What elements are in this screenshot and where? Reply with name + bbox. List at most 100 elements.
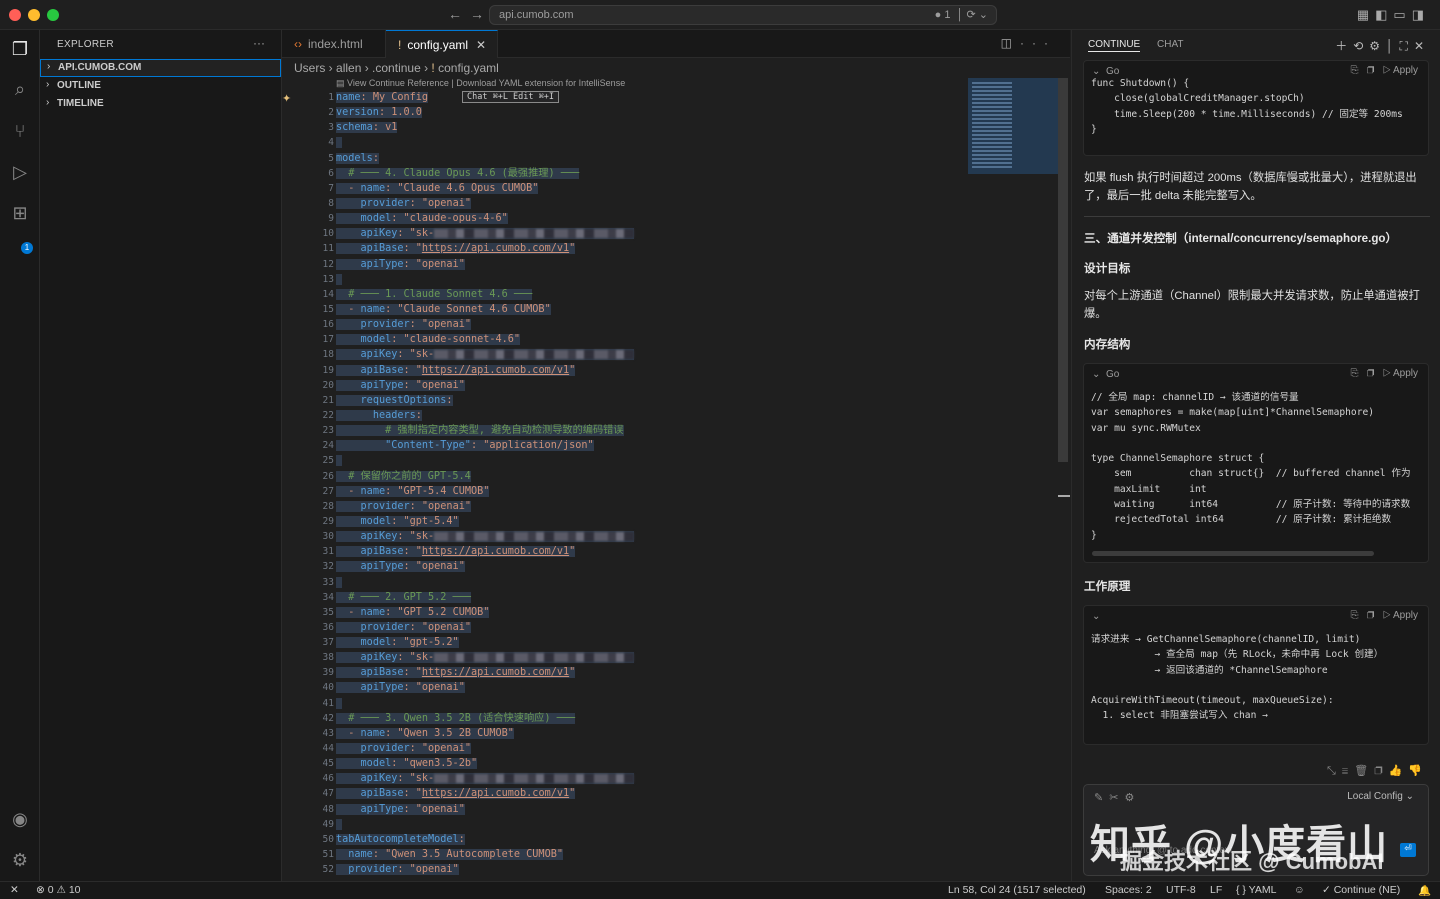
language-mode[interactable]: { } YAML <box>1236 884 1277 896</box>
breadcrumb[interactable]: Users › allen › .continue › ! config.yam… <box>294 61 499 75</box>
code-line[interactable]: model: "claude-sonnet-4.6" <box>336 332 956 347</box>
back-arrow-icon[interactable]: ← <box>448 6 462 22</box>
code-line[interactable]: schema: v1 <box>336 120 956 135</box>
code-line[interactable]: provider: "openai" <box>336 317 956 332</box>
apply-button[interactable]: ▷ Apply <box>1383 368 1418 379</box>
panel-actions[interactable]: ＋⟲⚙│⛶✕ <box>1335 37 1430 54</box>
code-line[interactable]: apiBase: "https://api.cumob.com/v1" <box>336 544 956 559</box>
indentation[interactable]: Spaces: 2 <box>1105 884 1152 896</box>
config-select[interactable]: Local Config ⌄ <box>1347 791 1414 802</box>
code-line[interactable]: # ─── 1. Claude Sonnet 4.6 ─── <box>336 287 956 302</box>
code-line[interactable]: apiKey: "sk- <box>336 771 956 786</box>
code-line[interactable]: apiType: "openai" <box>336 378 956 393</box>
code-line[interactable]: provider: "openai" <box>336 741 956 756</box>
code-line[interactable]: provider: "openai" <box>336 196 956 211</box>
continue-status[interactable]: ✓ Continue (NE) <box>1322 884 1400 896</box>
command-center-search[interactable]: api.cumob.com ● 1 │ ⟳ ⌄ <box>489 5 997 25</box>
code-line[interactable]: model: "gpt-5.4" <box>336 514 956 529</box>
copy-icon[interactable]: ❐ <box>1367 610 1375 621</box>
code-line[interactable]: name: "Qwen 3.5 Autocomplete CUMOB" <box>336 847 956 862</box>
line-ending[interactable]: LF <box>1210 884 1222 896</box>
code-line[interactable]: # ─── 2. GPT 5.2 ─── <box>336 590 956 605</box>
problems-indicator[interactable]: ⊗ 0 ⚠ 10 <box>36 884 81 896</box>
apply-button[interactable]: ▷ Apply <box>1383 65 1418 76</box>
code-line[interactable]: models: <box>336 151 956 166</box>
code-line[interactable]: apiBase: "https://api.cumob.com/v1" <box>336 665 956 680</box>
insert-icon[interactable]: ⎘ <box>1350 65 1358 76</box>
code-line[interactable]: apiKey: "sk- <box>336 650 956 665</box>
code-line[interactable]: model: "qwen3.5-2b" <box>336 756 956 771</box>
codelens-hint[interactable]: ▤ View Continue Reference | Download YAM… <box>336 78 625 89</box>
code-line[interactable]: apiKey: "sk- <box>336 529 956 544</box>
section-api-cumob[interactable]: › API.CUMOB.COM <box>40 59 281 77</box>
code-line[interactable]: # 强制指定内容类型, 避免自动检测导致的编码错误 <box>336 423 956 438</box>
explorer-more-button[interactable]: ··· <box>253 36 265 50</box>
code-line[interactable]: version: 1.0.0 <box>336 105 956 120</box>
code-line[interactable]: apiType: "openai" <box>336 802 956 817</box>
encoding[interactable]: UTF-8 <box>1166 884 1196 896</box>
remote-icon[interactable]: ✕ <box>10 884 19 896</box>
code-line[interactable]: - name: "Qwen 3.5 2B CUMOB" <box>336 726 956 741</box>
code-line[interactable]: - name: "GPT-5.4 CUMOB" <box>336 484 956 499</box>
extensions-icon[interactable]: ⊞ <box>9 202 31 224</box>
code-line[interactable]: headers: <box>336 408 956 423</box>
insert-icon[interactable]: ⎘ <box>1350 368 1358 379</box>
tab-config-yaml[interactable]: ! config.yaml ✕ <box>386 30 498 58</box>
tab-continue[interactable]: CONTINUE <box>1088 39 1141 52</box>
search-icon[interactable]: ⌕ <box>9 78 31 100</box>
code-line[interactable] <box>336 272 956 287</box>
minimize-window-button[interactable] <box>28 9 40 21</box>
sync-icon[interactable]: ⟳ <box>967 9 976 21</box>
code-line[interactable]: name: My Config <box>336 90 956 105</box>
section-outline[interactable]: › OUTLINE <box>40 78 281 96</box>
apply-button[interactable]: ▷ Apply <box>1383 610 1418 621</box>
code-line[interactable]: tabAutocompleteModel: <box>336 832 956 847</box>
code-editor[interactable]: name: My Config version: 1.0.0 schema: v1 … <box>336 90 956 877</box>
code-line[interactable]: requestOptions: <box>336 393 956 408</box>
code-line[interactable]: apiKey: "sk- <box>336 226 956 241</box>
editor-actions[interactable]: ◫··· <box>1001 36 1056 50</box>
inline-chat-hint[interactable]: Chat ⌘+L Edit ⌘+I <box>462 91 559 103</box>
code-line[interactable]: - name: "Claude Sonnet 4.6 CUMOB" <box>336 302 956 317</box>
code-line[interactable]: provider: "openai" <box>336 862 956 877</box>
code-line[interactable]: model: "gpt-5.2" <box>336 635 956 650</box>
code-line[interactable]: provider: "openai" <box>336 620 956 635</box>
code-line[interactable] <box>336 575 956 590</box>
layout-controls[interactable]: ▦◧▭◨ <box>1357 7 1430 23</box>
close-tab-icon[interactable]: ✕ <box>476 38 486 52</box>
horizontal-scrollbar[interactable] <box>1092 551 1374 556</box>
code-line[interactable]: # 保留你之前的 GPT-5.4 <box>336 469 956 484</box>
settings-gear-icon[interactable]: ⚙ <box>9 849 31 871</box>
insert-icon[interactable]: ⎘ <box>1350 610 1358 621</box>
editor-scrollbar[interactable] <box>1058 78 1068 462</box>
code-line[interactable]: "Content-Type": "application/json" <box>336 438 956 453</box>
code-line[interactable]: # ─── 3. Qwen 3.5 2B (适合快速响应) ─── <box>336 711 956 726</box>
code-line[interactable]: apiBase: "https://api.cumob.com/v1" <box>336 241 956 256</box>
copy-icon[interactable]: ❐ <box>1367 65 1375 76</box>
code-line[interactable] <box>336 817 956 832</box>
message-actions[interactable]: ⤡≣🗑❐👍👎 <box>1327 764 1428 778</box>
code-line[interactable] <box>336 696 956 711</box>
copilot-icon[interactable]: ☺ <box>1294 884 1305 896</box>
send-button[interactable]: ⏎ <box>1400 843 1416 857</box>
code-line[interactable]: - name: "GPT 5.2 CUMOB" <box>336 605 956 620</box>
code-line[interactable]: # ─── 4. Claude Opus 4.6 (最强推理) ─── <box>336 166 956 181</box>
close-window-button[interactable] <box>9 9 21 21</box>
code-line[interactable]: apiBase: "https://api.cumob.com/v1" <box>336 363 956 378</box>
section-timeline[interactable]: › TIMELINE <box>40 96 281 114</box>
chevron-down-icon[interactable]: ⌄ <box>979 9 988 21</box>
code-line[interactable]: provider: "openai" <box>336 499 956 514</box>
tab-index-html[interactable]: ‹› index.html <box>282 30 386 58</box>
code-line[interactable] <box>336 453 956 468</box>
code-line[interactable]: apiType: "openai" <box>336 257 956 272</box>
sparkle-icon[interactable]: ✦ <box>282 92 291 105</box>
input-tools[interactable]: ✎✂⚙ <box>1094 791 1140 804</box>
code-line[interactable]: model: "claude-opus-4-6" <box>336 211 956 226</box>
copy-icon[interactable]: ❐ <box>1367 368 1375 379</box>
code-line[interactable]: - name: "Claude 4.6 Opus CUMOB" <box>336 181 956 196</box>
explorer-icon[interactable]: ❐ <box>9 38 31 60</box>
tab-chat[interactable]: CHAT <box>1157 39 1183 50</box>
source-control-icon[interactable]: ⑂ <box>9 120 31 142</box>
account-icon[interactable]: ◉ <box>9 808 31 830</box>
run-debug-icon[interactable]: ▷ <box>9 161 31 183</box>
